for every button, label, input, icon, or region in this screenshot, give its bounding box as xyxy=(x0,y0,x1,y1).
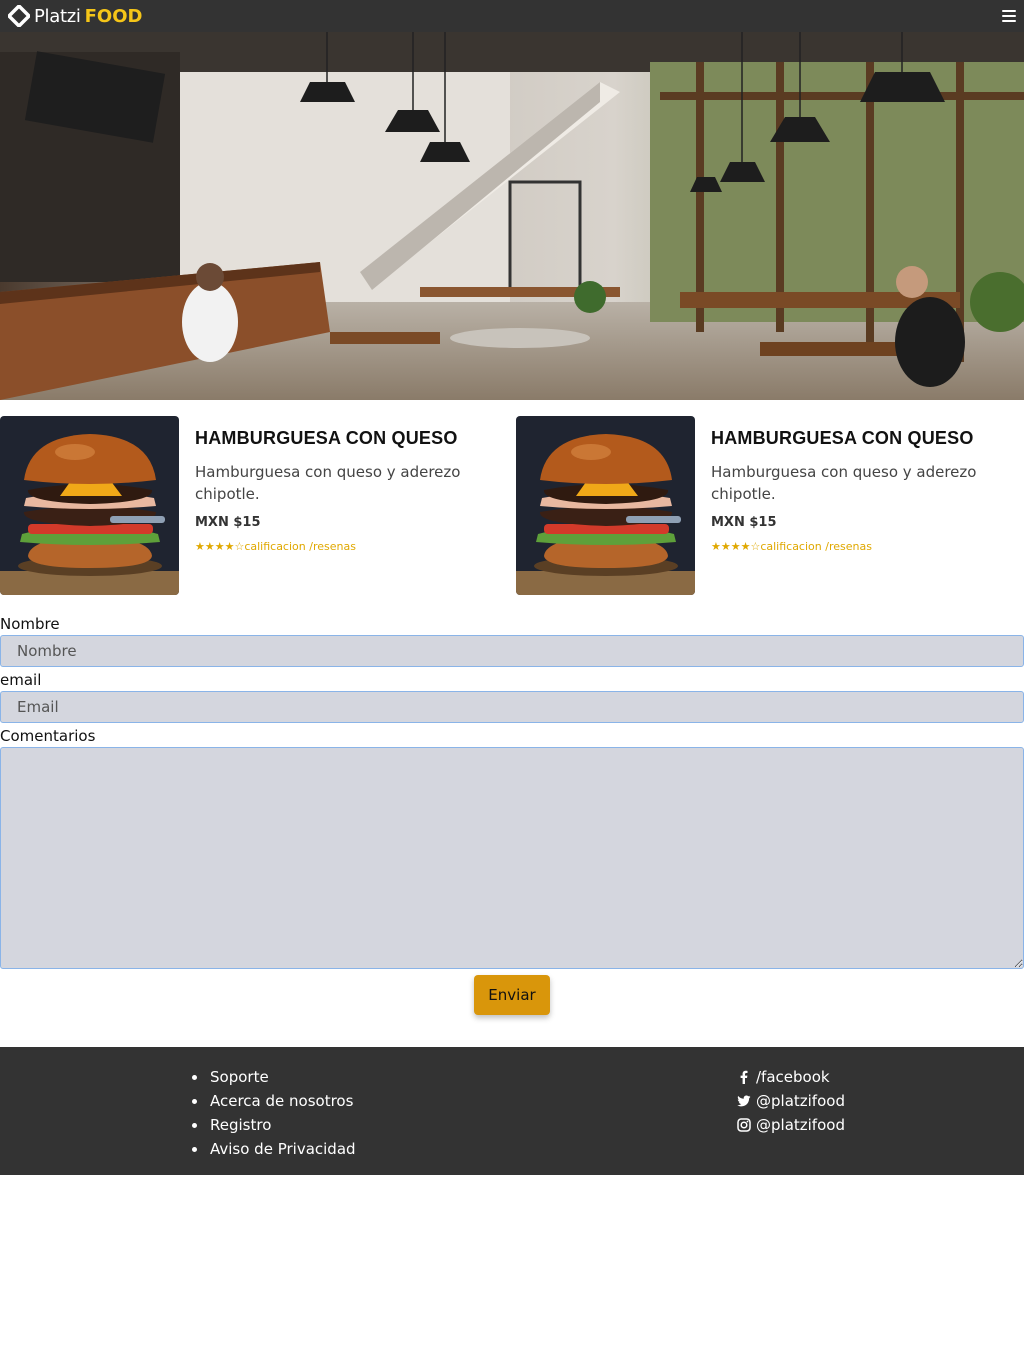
footer-links: Soporte Acerca de nosotros Registro Avis… xyxy=(192,1065,356,1161)
product-description: Hamburguesa con queso y aderezo chipotle… xyxy=(195,463,461,503)
footer-link-label: Registro xyxy=(210,1116,272,1134)
burger-image xyxy=(516,416,695,595)
email-label: email xyxy=(0,671,42,689)
facebook-icon xyxy=(740,1070,748,1084)
email-input[interactable] xyxy=(0,691,1024,723)
product-price: MXN $15 xyxy=(195,515,261,530)
social-twitter[interactable]: @platzifood xyxy=(737,1089,845,1113)
comments-label: Comentarios xyxy=(0,727,96,745)
bullet xyxy=(192,1098,197,1104)
footer-link-registro[interactable]: Registro xyxy=(192,1113,356,1137)
footer-link-soporte[interactable]: Soporte xyxy=(192,1065,356,1089)
social-label: @platzifood xyxy=(756,1092,845,1110)
brand-accent: FOOD xyxy=(84,5,143,27)
name-label: Nombre xyxy=(0,615,60,633)
top-navbar: Platzi FOOD xyxy=(0,0,1024,32)
submit-button[interactable]: Enviar xyxy=(474,975,550,1015)
product-title: HAMBURGUESA CON QUESO xyxy=(195,428,458,448)
product-card[interactable]: HAMBURGUESA CON QUESO Hamburguesa con qu… xyxy=(516,416,1024,595)
comments-textarea[interactable] xyxy=(0,747,1024,969)
brand-logo[interactable]: Platzi FOOD xyxy=(8,5,142,27)
social-facebook[interactable]: /facebook xyxy=(737,1065,845,1089)
rating-text[interactable]: calificacion /resenas xyxy=(760,540,872,553)
burger-image xyxy=(0,416,179,595)
footer-link-acerca[interactable]: Acerca de nosotros xyxy=(192,1089,356,1113)
bullet xyxy=(192,1074,197,1080)
product-price: MXN $15 xyxy=(711,515,777,530)
product-rating: ★★★★☆calificacion /resenas xyxy=(195,540,492,553)
product-card[interactable]: HAMBURGUESA CON QUESO Hamburguesa con qu… xyxy=(0,416,508,595)
twitter-icon xyxy=(737,1095,751,1107)
contact-form: Nombre email Comentarios Enviar xyxy=(0,613,1024,1015)
hero-image xyxy=(0,32,1024,400)
brand-name: Platzi xyxy=(34,5,81,27)
instagram-icon xyxy=(737,1118,751,1132)
footer-link-label: Soporte xyxy=(210,1068,269,1086)
footer-link-label: Acerca de nosotros xyxy=(210,1092,354,1110)
product-description: Hamburguesa con queso y aderezo chipotle… xyxy=(711,463,977,503)
footer-link-label: Aviso de Privacidad xyxy=(210,1140,356,1158)
product-rating: ★★★★☆calificacion /resenas xyxy=(711,540,1008,553)
footer-social: /facebook @platzifood @platzifood xyxy=(737,1065,845,1137)
social-label: /facebook xyxy=(756,1068,830,1086)
bullet xyxy=(192,1122,197,1128)
footer-link-privacidad[interactable]: Aviso de Privacidad xyxy=(192,1137,356,1161)
rating-stars: ★★★★☆ xyxy=(711,540,761,553)
social-label: @platzifood xyxy=(756,1116,845,1134)
rating-text[interactable]: calificacion /resenas xyxy=(244,540,356,553)
footer: Soporte Acerca de nosotros Registro Avis… xyxy=(0,1047,1024,1175)
rating-stars: ★★★★☆ xyxy=(195,540,245,553)
product-title: HAMBURGUESA CON QUESO xyxy=(711,428,974,448)
platzi-logo-icon xyxy=(8,5,30,27)
bullet xyxy=(192,1146,197,1152)
social-instagram[interactable]: @platzifood xyxy=(737,1113,845,1137)
name-input[interactable] xyxy=(0,635,1024,667)
hamburger-menu-icon[interactable] xyxy=(1002,10,1016,22)
